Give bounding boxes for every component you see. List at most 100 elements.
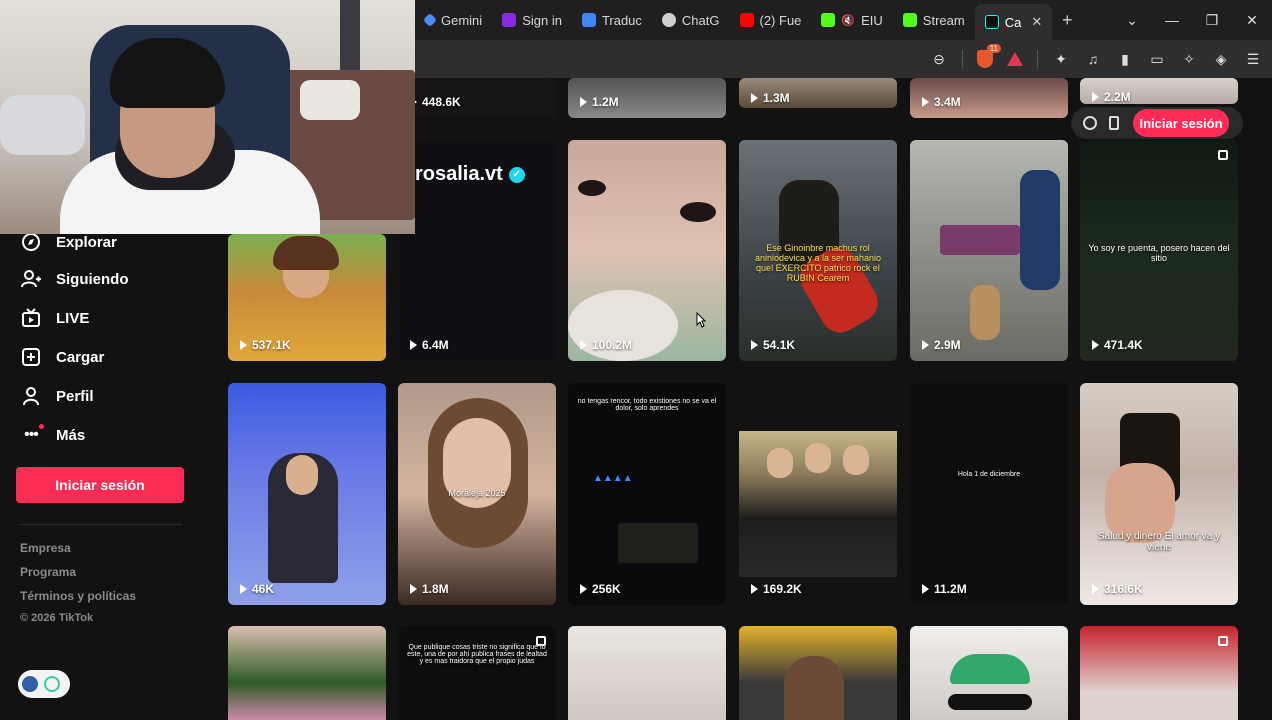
leo-ai-icon[interactable]: ✧ <box>1180 50 1198 68</box>
sidebar-item-mas[interactable]: ••• Más <box>20 420 85 450</box>
floating-toolbar: Iniciar sesión <box>1071 107 1243 139</box>
footer-link-terminos[interactable]: Términos y políticas <box>20 589 136 603</box>
floating-login-button[interactable]: Iniciar sesión <box>1133 109 1229 137</box>
video-card[interactable]: 1.3M <box>739 78 897 108</box>
kick-icon <box>902 13 917 27</box>
copyright: © 2026 TikTok <box>20 612 94 624</box>
play-icon <box>922 340 929 350</box>
play-icon <box>751 340 758 350</box>
video-card[interactable]: Moraleja 2025 1.8M <box>398 383 556 605</box>
video-card[interactable]: Yo soy re puenta, posero hacen del sitio… <box>1080 140 1238 361</box>
eye-shape <box>680 202 716 222</box>
video-card[interactable]: Ese Ginoinbre machus rol aniniodevica y … <box>739 140 897 361</box>
tab-kick-stream[interactable]: Stream <box>893 4 975 36</box>
profile-icon <box>20 385 42 407</box>
sidebar-login-button[interactable]: Iniciar sesión <box>16 467 184 503</box>
video-card[interactable]: 46K <box>228 383 386 605</box>
maximize-icon[interactable]: ❐ <box>1192 12 1232 29</box>
tab-traductor[interactable]: Traduc <box>572 4 652 36</box>
sidebar-item-live[interactable]: LIVE <box>20 303 89 333</box>
tab-chatgpt[interactable]: ChatG <box>652 4 730 36</box>
compass-small-icon[interactable] <box>1083 116 1097 130</box>
tab-kick-eiu[interactable]: 🔇 EIU <box>811 4 892 36</box>
close-tab-icon[interactable]: ✕ <box>1031 14 1042 30</box>
video-card[interactable] <box>910 626 1068 720</box>
play-icon <box>1092 584 1099 594</box>
vpn-icon[interactable]: ◈ <box>1212 50 1230 68</box>
video-card[interactable]: 448.6K <box>398 78 556 118</box>
translate-icon <box>581 13 596 27</box>
stage-shape <box>618 523 698 563</box>
neon-sign: ▲▲▲▲ <box>593 473 633 484</box>
drum-shape <box>970 285 1000 340</box>
video-card[interactable] <box>568 626 726 720</box>
power-icon <box>44 676 60 692</box>
video-card[interactable]: no tengas rencor, todo existiones no se … <box>568 383 726 605</box>
face-shape <box>805 443 831 473</box>
person-shape <box>1020 170 1060 290</box>
sidebar-item-siguiendo[interactable]: Siguiendo <box>20 264 129 294</box>
tab-youtube[interactable]: (2) Fue <box>730 4 812 36</box>
video-card[interactable]: 2.9M <box>910 140 1068 361</box>
brave-shield-icon[interactable]: 11 <box>977 44 1001 68</box>
table-shape <box>940 225 1020 255</box>
footer-link-empresa[interactable]: Empresa <box>20 541 71 555</box>
play-icon <box>580 340 587 350</box>
minimize-icon[interactable]: — <box>1152 12 1192 28</box>
video-card[interactable]: 3.4M <box>910 78 1068 118</box>
tab-list-chevron-icon[interactable]: ⌄ <box>1112 12 1152 29</box>
video-card[interactable] <box>1080 626 1238 720</box>
tiktok-icon <box>984 15 999 29</box>
play-icon <box>922 97 929 107</box>
extension-icon <box>22 676 38 692</box>
sidebar-toggle-icon[interactable]: ▮ <box>1116 50 1134 68</box>
video-card[interactable]: 537.1K <box>228 234 386 361</box>
window-controls: ⌄ — ❐ ✕ <box>1112 12 1272 29</box>
new-tab-button[interactable]: + <box>1052 10 1082 31</box>
sidebar-item-perfil[interactable]: Perfil <box>20 381 94 411</box>
face-shape <box>784 656 844 720</box>
video-card[interactable] <box>228 626 386 720</box>
wallet-icon[interactable]: ▭ <box>1148 50 1166 68</box>
play-icon <box>751 584 758 594</box>
sign-in-icon <box>502 13 517 27</box>
video-card[interactable]: 1.2M <box>568 78 726 118</box>
webcam-overlay <box>0 0 415 234</box>
play-icon <box>580 584 587 594</box>
zoom-out-icon[interactable]: ⊖ <box>930 50 948 68</box>
extensions-puzzle-icon[interactable]: ✦ <box>1052 50 1070 68</box>
face-shape <box>767 448 793 478</box>
play-icon <box>1092 92 1099 102</box>
play-icon <box>1092 340 1099 350</box>
profile-name[interactable]: rosalia.vt ✓ <box>415 163 525 186</box>
face-shape <box>843 445 869 475</box>
video-card[interactable]: Hola 1 de diciembre 11.2M <box>910 383 1068 605</box>
more-icon: ••• <box>20 424 44 446</box>
tab-sign-in[interactable]: Sign in <box>492 4 572 36</box>
left-sidebar: Explorar Siguiendo LIVE Cargar Perfil ••… <box>0 233 205 720</box>
video-card[interactable]: 169.2K <box>739 383 897 605</box>
video-card[interactable]: Salud y dinero El amor va y viene 316.6K <box>1080 383 1238 605</box>
footer-link-programa[interactable]: Programa <box>20 565 76 579</box>
video-card[interactable]: Que publique cosas triste no significa q… <box>398 626 556 720</box>
toolbar-separator <box>1037 50 1038 68</box>
tab-gemini[interactable]: Gemini <box>415 4 492 36</box>
screen: 448.6K 1.2M 1.3M 3.4M 2.2M 537.1K 6.4M 1… <box>0 0 1272 720</box>
brave-rewards-icon[interactable] <box>1007 52 1023 66</box>
close-window-icon[interactable]: ✕ <box>1232 12 1272 29</box>
cap-shape <box>950 654 1030 684</box>
mobile-icon[interactable] <box>1109 116 1119 130</box>
browser-toolbar: ⊖ 11 ✦ ♫ ▮ ▭ ✧ ◈ ☰ <box>415 40 1272 78</box>
sidebar-item-cargar[interactable]: Cargar <box>20 342 104 372</box>
play-icon <box>240 340 247 350</box>
menu-icon[interactable]: ☰ <box>1244 50 1262 68</box>
play-icon <box>410 340 417 350</box>
video-card[interactable] <box>739 626 897 720</box>
extension-toggle[interactable] <box>18 670 70 698</box>
video-card[interactable]: 2.2M <box>1080 78 1238 104</box>
toolbar-separator <box>962 50 963 68</box>
tab-tiktok[interactable]: Ca ✕ <box>974 4 1053 40</box>
browser-tab-bar: Gemini Sign in Traduc ChatG (2) Fue 🔇 EIU… <box>415 0 1272 40</box>
gemini-icon <box>422 12 438 28</box>
music-note-icon[interactable]: ♫ <box>1084 50 1102 68</box>
